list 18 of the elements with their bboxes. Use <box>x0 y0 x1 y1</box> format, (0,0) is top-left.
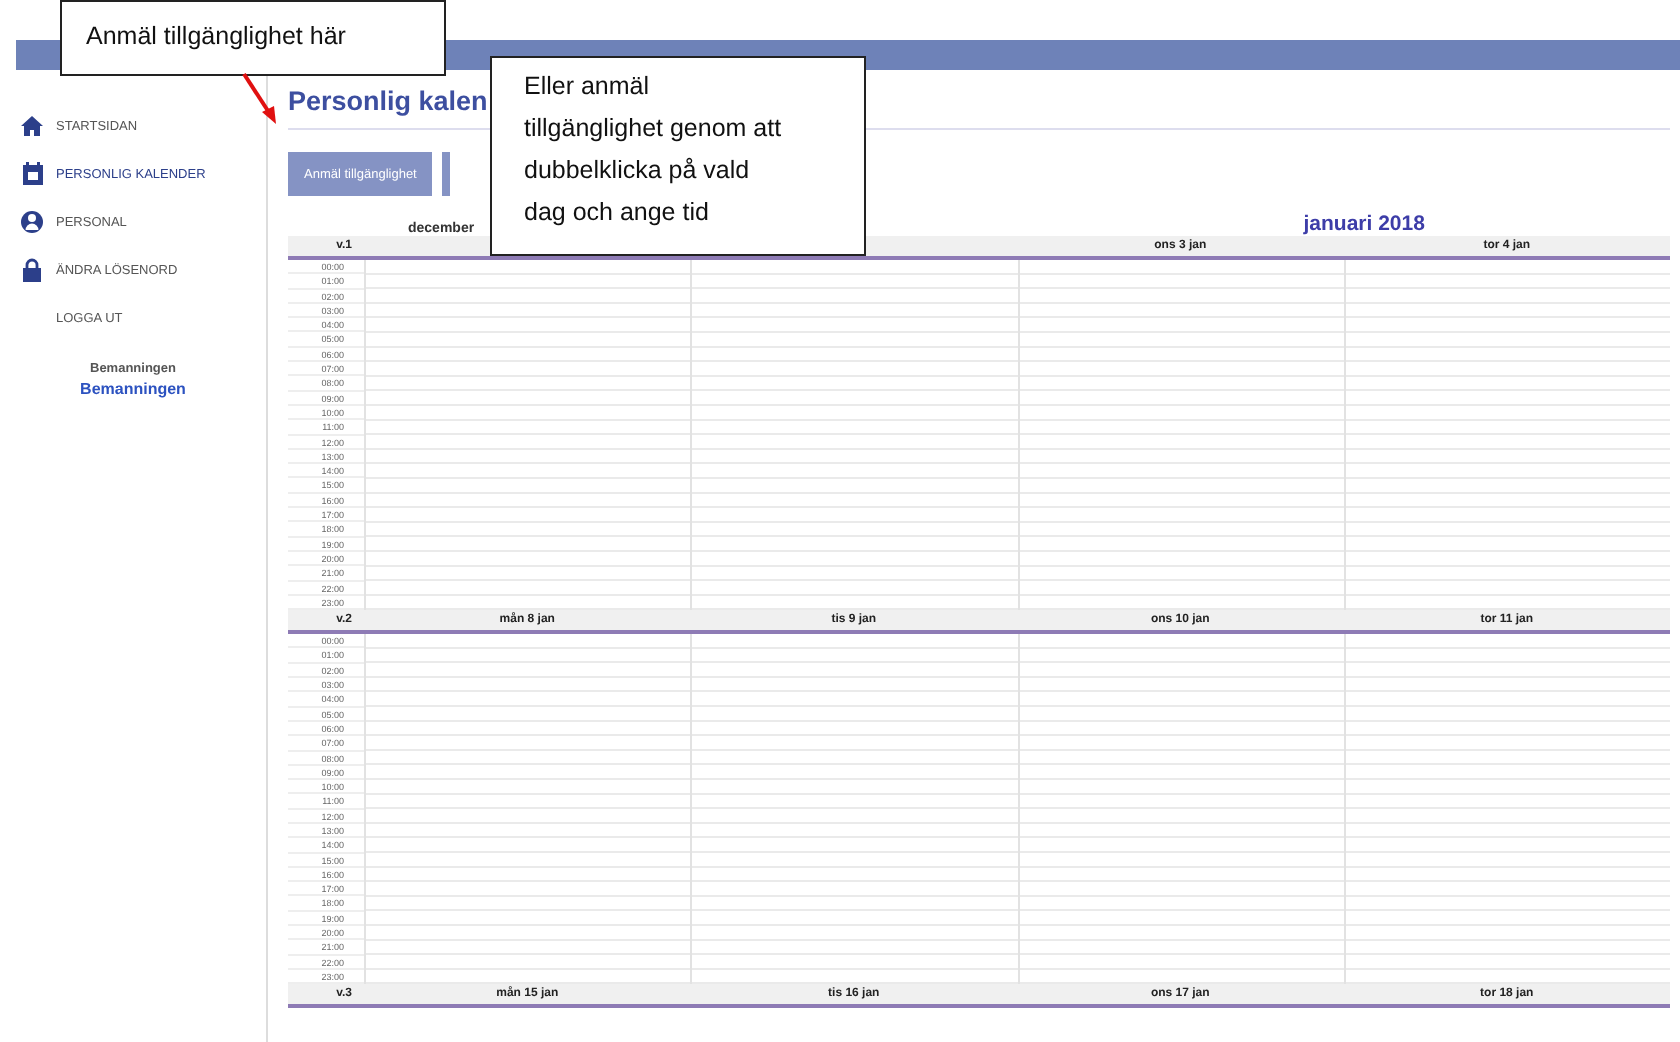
callout-box: Anmäl tillgänglighet här <box>60 0 446 76</box>
calendar-icon <box>21 162 43 186</box>
day-column[interactable] <box>1343 634 1670 985</box>
day-column[interactable] <box>364 260 691 611</box>
day-column[interactable] <box>364 634 691 985</box>
day-column[interactable] <box>1017 260 1344 611</box>
callout-box: Eller anmäl tillgänglighet genom att dubbelklicka på vald dag och ange tid <box>490 56 866 256</box>
pointer-arrow <box>242 72 276 124</box>
day-column[interactable] <box>690 260 1017 611</box>
group-link[interactable]: Bemanningen <box>0 380 266 398</box>
toolbar-button[interactable] <box>442 152 451 196</box>
person-icon <box>20 210 44 234</box>
house-icon <box>20 114 44 138</box>
day-column[interactable] <box>1017 634 1344 985</box>
month-label: januari 2018 <box>1303 212 1425 236</box>
day-column[interactable] <box>690 634 1017 985</box>
lock-icon <box>22 258 42 282</box>
day-column[interactable] <box>1343 260 1670 611</box>
